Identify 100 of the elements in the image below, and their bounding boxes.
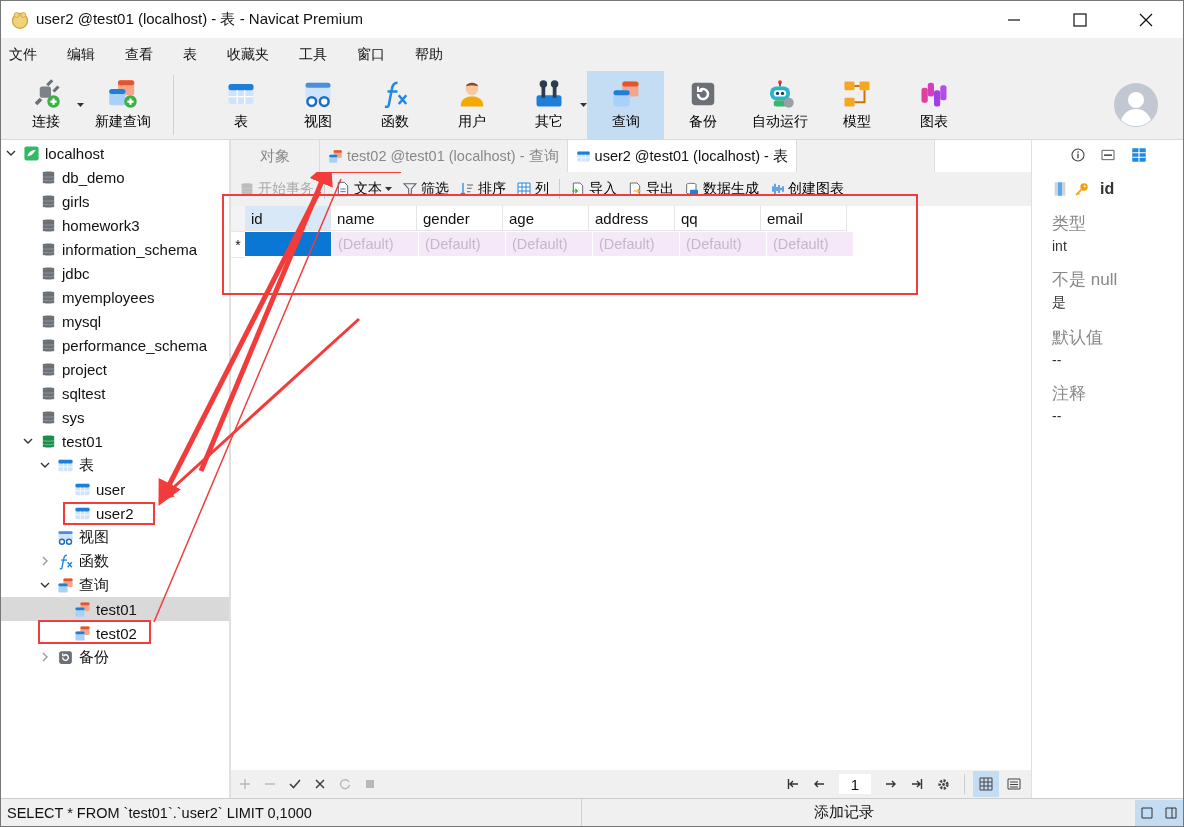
caret-icon[interactable] [580,103,587,107]
tree-item[interactable]: 函数 [1,549,229,573]
grid-view-button[interactable] [973,771,999,797]
app-logo-icon [10,9,30,30]
tree-item[interactable]: 备份 [1,645,229,669]
tree-item[interactable]: performance_schema [1,333,229,357]
tree-item[interactable]: mysql [1,309,229,333]
tree-item[interactable]: girls [1,189,229,213]
tree-item[interactable]: project [1,357,229,381]
ddl-icon[interactable] [1100,147,1116,163]
previous-page-icon[interactable] [813,778,825,790]
info-icon[interactable] [1070,147,1086,163]
tree-item[interactable]: 表 [1,453,229,477]
check-icon[interactable] [289,778,301,790]
status-message: 添加记录 [814,803,874,822]
action-button[interactable]: 创建图表 [765,180,848,198]
split-panel-icon[interactable] [1165,806,1177,819]
column-header[interactable]: address [589,206,675,231]
tree-item[interactable]: sys [1,405,229,429]
property-value: int [1052,238,1068,254]
cancel-icon[interactable] [314,778,326,790]
query-icon [74,600,91,618]
query-icon [74,624,91,642]
toolbar-button[interactable]: 查询 [587,71,664,139]
column-header[interactable]: name [331,206,417,231]
tree-item[interactable]: test01 [1,429,229,453]
menu-item[interactable]: 查看 [125,45,153,64]
tree-item[interactable]: 视图 [1,525,229,549]
menu-item[interactable]: 表 [183,45,197,64]
tree-item[interactable]: jdbc [1,261,229,285]
server-icon [23,144,40,162]
window-title: user2 @test01 (localhost) - 表 - Navicat Premium [36,10,363,29]
form-icon[interactable] [1007,777,1021,791]
edit-mode-button[interactable] [1135,799,1159,826]
property-label: 默认值 [1052,327,1104,349]
property-label: 不是 null [1052,269,1119,291]
tree-item[interactable]: test02 [1,621,229,645]
action-button[interactable]: 列 [512,180,553,198]
property-value: 是 [1052,294,1067,312]
toolbar-button[interactable]: 连接 [7,71,84,139]
chart-icon [769,181,785,197]
toolbar-button[interactable]: 其它 [510,71,587,139]
columns-icon [516,181,532,197]
last-page-icon[interactable] [911,778,923,790]
toolbar-button[interactable]: 图表 [895,71,972,139]
database-icon [40,336,57,354]
tree-item[interactable]: user2 [1,501,229,525]
column-header[interactable]: age [503,206,589,231]
view-icon [57,528,74,546]
menu-item[interactable]: 窗口 [357,45,385,64]
tree-item[interactable]: homework3 [1,213,229,237]
tree-item[interactable]: sqltest [1,381,229,405]
grid-icon[interactable] [979,777,993,791]
first-page-icon[interactable] [787,778,799,790]
toolbar-button[interactable]: 表 [202,71,279,139]
caret-icon[interactable] [385,187,392,191]
next-page-icon[interactable] [885,778,897,790]
column-header[interactable]: gender [417,206,503,231]
toolbar-button[interactable]: 视图 [279,71,356,139]
toolbar-button[interactable]: 自动运行 [741,71,818,139]
close-icon[interactable] [1139,12,1153,27]
toolbar-button[interactable]: 函数 [356,71,433,139]
settings-icon[interactable] [937,777,950,791]
action-button[interactable]: 导出 [623,180,678,198]
property-value: -- [1052,408,1063,424]
menu-item[interactable]: 帮助 [415,45,443,64]
database-icon [40,408,57,426]
tree-item[interactable]: myemployees [1,285,229,309]
tab[interactable]: user2 @test01 (localhost) - 表 [567,140,797,172]
caret-icon[interactable] [77,103,84,107]
database-icon [40,312,57,330]
column-header[interactable]: qq [675,206,761,231]
toolbar-button[interactable]: 模型 [818,71,895,139]
tree-item[interactable]: test01 [1,597,229,621]
toolbar-button[interactable]: 备份 [664,71,741,139]
query-icon [57,576,74,594]
toolbar-button[interactable]: 新建查询 [84,71,161,139]
tree-item[interactable]: information_schema [1,237,229,261]
search-field[interactable] [934,140,1031,172]
column-header[interactable]: email [761,206,847,231]
sql-text: SELECT * FROM `test01`.`user2` LIMIT 0,1000 [1,799,582,826]
tree-item[interactable]: db_demo [1,165,229,189]
tree-item[interactable]: localhost [1,141,229,165]
import-icon [570,181,586,197]
backup-icon [57,648,74,666]
menu-item[interactable]: 文件 [9,45,37,64]
toolbar-button[interactable]: 用户 [433,71,510,139]
menu-item[interactable]: 收藏夹 [227,45,269,64]
tree-item[interactable]: user [1,477,229,501]
maximize-icon[interactable] [1073,12,1087,27]
page-field[interactable]: 1 [839,774,871,794]
field-name: id [1100,180,1115,198]
square-icon[interactable] [1141,806,1153,819]
menu-item[interactable]: 编辑 [67,45,95,64]
database-icon [40,384,57,402]
menu-item[interactable]: 工具 [299,45,327,64]
tree-item[interactable]: 查询 [1,573,229,597]
database-icon [40,240,57,258]
panel-toggle-button[interactable] [1159,799,1183,826]
database-icon [40,432,57,450]
